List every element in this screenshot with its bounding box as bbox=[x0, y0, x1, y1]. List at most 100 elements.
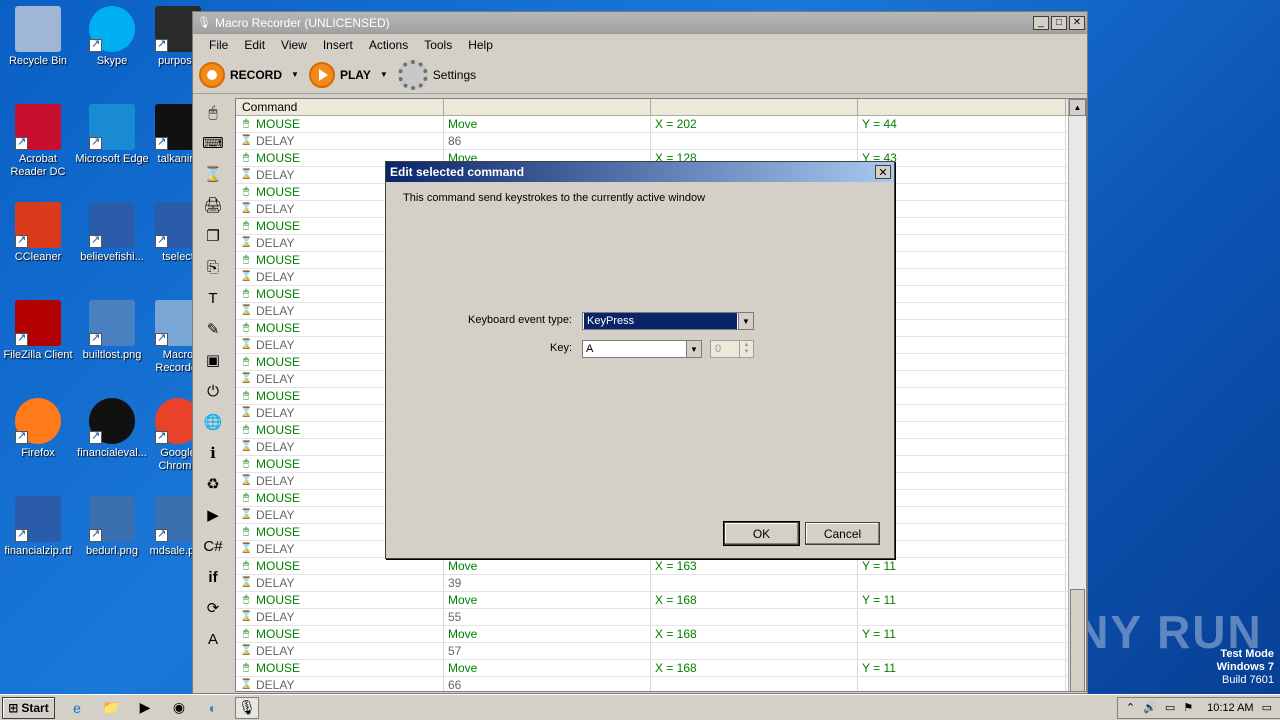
table-row[interactable]: 🖱 MOUSE Move X = 168 Y = 11 bbox=[236, 660, 1086, 677]
column-header-command[interactable]: Command bbox=[236, 99, 444, 115]
desktop-icon[interactable]: builtlost.png bbox=[74, 300, 150, 362]
table-row[interactable]: ⌛ DELAY 57 bbox=[236, 643, 1086, 660]
play-button[interactable]: PLAY ▼ bbox=[308, 61, 388, 88]
edge-taskbar-icon[interactable]: ◐ bbox=[201, 697, 225, 719]
desktop-icon[interactable]: financialzip.rtf bbox=[0, 496, 76, 558]
flag-icon[interactable]: ⚑ bbox=[1183, 701, 1193, 714]
desktop-icon[interactable]: bedurl.png bbox=[74, 496, 150, 558]
event-type-select[interactable]: KeyPress ▼ bbox=[582, 312, 754, 330]
row-command: DELAY bbox=[256, 508, 295, 522]
desktop-icon-label: Acrobat Reader DC bbox=[10, 153, 66, 178]
loop-tool-icon[interactable]: ⟳ bbox=[196, 593, 230, 623]
run-tool-icon[interactable]: ▶ bbox=[196, 500, 230, 530]
table-row[interactable]: ⌛ DELAY 55 bbox=[236, 609, 1086, 626]
media-player-taskbar-icon[interactable]: ▶ bbox=[133, 697, 157, 719]
settings-button[interactable]: Settings bbox=[397, 59, 476, 90]
explorer-taskbar-icon[interactable]: 📁 bbox=[99, 697, 123, 719]
menu-item-help[interactable]: Help bbox=[460, 38, 501, 52]
ie-taskbar-icon[interactable]: e bbox=[65, 697, 89, 719]
row-command: DELAY bbox=[256, 610, 295, 624]
scroll-up-icon[interactable]: ▲ bbox=[1069, 99, 1086, 116]
desktop-icon[interactable]: Skype bbox=[74, 6, 150, 68]
power-tool-icon[interactable]: ⏻ bbox=[196, 376, 230, 406]
play-dropdown-icon[interactable]: ▼ bbox=[380, 70, 388, 79]
column-header-3[interactable] bbox=[651, 99, 858, 115]
table-row[interactable]: 🖱 MOUSE Move X = 168 Y = 11 bbox=[236, 626, 1086, 643]
info-tool-icon[interactable]: ℹ bbox=[196, 438, 230, 468]
shortcut-arrow-icon bbox=[15, 233, 28, 248]
minimize-button[interactable]: _ bbox=[1033, 15, 1049, 30]
if-tool-icon[interactable]: if bbox=[196, 562, 230, 592]
tray-expand-icon[interactable]: ⌃ bbox=[1126, 701, 1135, 714]
menu-item-tools[interactable]: Tools bbox=[416, 38, 460, 52]
column-header-4[interactable] bbox=[858, 99, 1066, 115]
chevron-down-icon[interactable]: ▼ bbox=[686, 341, 701, 357]
maximize-button[interactable]: □ bbox=[1051, 15, 1067, 30]
dialog-close-button[interactable]: ✕ bbox=[875, 165, 891, 179]
row-action-cell: Move bbox=[444, 116, 651, 132]
hourglass-icon: ⌛ bbox=[240, 645, 253, 656]
mouse-tool-icon[interactable]: 🖱 bbox=[196, 97, 230, 127]
keyboard-tool-icon[interactable]: ⌨ bbox=[196, 128, 230, 158]
window-tool-icon[interactable]: ❐ bbox=[196, 221, 230, 251]
copy-tool-icon[interactable]: ⎘ bbox=[196, 252, 230, 282]
desktop-icon[interactable]: Acrobat Reader DC bbox=[0, 104, 76, 179]
record-button[interactable]: RECORD ▼ bbox=[199, 61, 299, 88]
desktop-icon[interactable]: Recycle Bin bbox=[0, 6, 76, 68]
shortcut-arrow-icon bbox=[89, 135, 102, 150]
record-dropdown-icon[interactable]: ▼ bbox=[291, 70, 299, 79]
window-titlebar[interactable]: 🎙 Macro Recorder (UNLICENSED) _ □ ✕ bbox=[193, 12, 1087, 34]
desktop-icon[interactable]: Firefox bbox=[0, 398, 76, 460]
menu-item-file[interactable]: File bbox=[201, 38, 236, 52]
menu-item-edit[interactable]: Edit bbox=[236, 38, 273, 52]
menu-item-actions[interactable]: Actions bbox=[361, 38, 416, 52]
volume-icon[interactable]: 🔊 bbox=[1143, 701, 1157, 714]
window-title: Macro Recorder (UNLICENSED) bbox=[214, 15, 390, 30]
scroll-thumb[interactable] bbox=[1070, 589, 1085, 691]
desktop-app-icon bbox=[89, 300, 135, 346]
network-icon[interactable]: ▭ bbox=[1165, 701, 1175, 714]
start-button[interactable]: ⊞ Start bbox=[2, 696, 55, 719]
csharp-tool-icon[interactable]: C# bbox=[196, 531, 230, 561]
close-button[interactable]: ✕ bbox=[1069, 15, 1085, 30]
cancel-button[interactable]: Cancel bbox=[805, 522, 880, 545]
macro-recorder-taskbar-icon[interactable]: 🎙 bbox=[235, 696, 259, 719]
text-tool-icon[interactable]: T bbox=[196, 283, 230, 313]
desktop-icon[interactable]: believefishi... bbox=[74, 202, 150, 264]
column-header-2[interactable] bbox=[444, 99, 651, 115]
row-x-cell bbox=[651, 643, 858, 659]
desktop-icon[interactable]: Microsoft Edge bbox=[74, 104, 150, 166]
show-desktop-icon[interactable]: ▭ bbox=[1262, 701, 1272, 714]
web-tool-icon[interactable]: 🌐 bbox=[196, 407, 230, 437]
recycle-tool-icon[interactable]: ♻ bbox=[196, 469, 230, 499]
row-command-cell: 🖱 MOUSE bbox=[236, 660, 444, 676]
desktop-app-icon bbox=[89, 202, 135, 248]
acrobat-tool-icon[interactable]: A bbox=[196, 624, 230, 654]
desktop-icon[interactable]: financialeval... bbox=[74, 398, 150, 460]
table-row[interactable]: ⌛ DELAY 86 bbox=[236, 133, 1086, 150]
key-select[interactable]: A ▼ bbox=[582, 340, 702, 358]
chevron-down-icon[interactable]: ▼ bbox=[738, 313, 753, 329]
chrome-taskbar-icon[interactable]: ◉ bbox=[167, 697, 191, 719]
image-tool-icon[interactable]: ▣ bbox=[196, 345, 230, 375]
menu-item-view[interactable]: View bbox=[273, 38, 315, 52]
shortcut-arrow-icon bbox=[15, 429, 28, 444]
desktop-icon[interactable]: CCleaner bbox=[0, 202, 76, 264]
desktop-icon[interactable]: FileZilla Client bbox=[0, 300, 76, 362]
table-row[interactable]: ⌛ DELAY 66 bbox=[236, 677, 1086, 691]
print-tool-icon[interactable]: 🖨 bbox=[196, 190, 230, 220]
ok-button[interactable]: OK bbox=[723, 521, 800, 546]
vertical-scrollbar[interactable]: ▲ bbox=[1068, 99, 1086, 691]
clock[interactable]: 10:12 AM bbox=[1207, 702, 1253, 714]
count-stepper[interactable]: 0 ▲ ▼ bbox=[710, 340, 754, 358]
table-row[interactable]: ⌛ DELAY 39 bbox=[236, 575, 1086, 592]
pipette-tool-icon[interactable]: ✎ bbox=[196, 314, 230, 344]
menu-item-insert[interactable]: Insert bbox=[315, 38, 361, 52]
dialog-titlebar[interactable]: Edit selected command ✕ bbox=[386, 162, 894, 182]
table-row[interactable]: 🖱 MOUSE Move X = 202 Y = 44 bbox=[236, 116, 1086, 133]
stepper-arrows-icon[interactable]: ▲ ▼ bbox=[739, 341, 753, 357]
delay-tool-icon[interactable]: ⌛ bbox=[196, 159, 230, 189]
table-row[interactable]: 🖱 MOUSE Move X = 163 Y = 11 bbox=[236, 558, 1086, 575]
table-row[interactable]: 🖱 MOUSE Move X = 168 Y = 11 bbox=[236, 592, 1086, 609]
row-x-cell: X = 168 bbox=[651, 592, 858, 608]
